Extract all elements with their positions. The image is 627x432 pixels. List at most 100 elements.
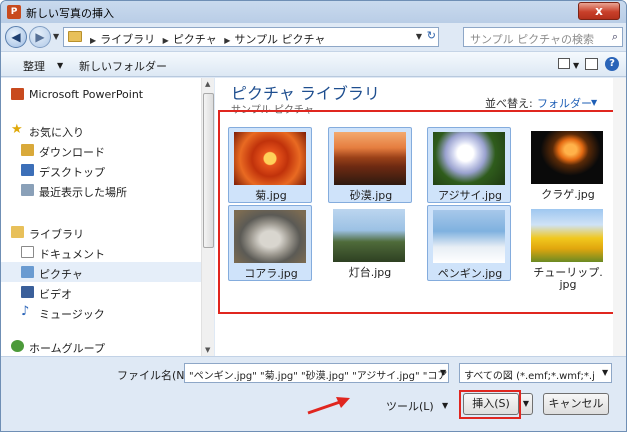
refresh-icon[interactable]: ↻ [427,29,436,42]
file-item[interactable]: ペンギン.jpg [427,205,511,281]
powerpoint-icon: P [7,5,21,19]
nav-label: ホームグループ [29,342,106,355]
nav-item-music[interactable]: ♪ ミュージック [1,302,201,322]
file-name: 灯台.jpg [348,266,392,279]
nav-label: ミュージック [39,308,105,321]
chevron-down-icon[interactable]: ▼ [57,61,63,70]
file-name: ペンギン.jpg [437,267,503,280]
chevron-down-icon[interactable]: ▼ [416,32,422,41]
homegroup-icon [11,340,24,352]
red-arrow-annotation [307,397,350,415]
file-name: 菊.jpg [255,189,287,202]
libraries-icon [11,226,24,238]
recent-pages-icon[interactable]: ▼ [53,32,59,41]
nav-label: ドキュメント [39,248,105,261]
file-list-pane: ピクチャ ライブラリ サンプル ピクチャ 並べ替え: フォルダー ▼ 菊.jpg… [215,78,626,356]
thumbnail-image [334,132,406,185]
thumbnail-image [531,131,603,184]
preview-pane-icon[interactable] [585,58,598,70]
chevron-down-icon[interactable]: ▼ [602,368,608,377]
folder-icon [68,31,82,42]
address-bar[interactable]: ▶ ライブラリ ▶ ピクチャ ▶ サンプル ピクチャ ▼ ↻ [63,27,439,47]
nav-item-desktop[interactable]: デスクトップ [1,160,201,180]
cancel-button[interactable]: キャンセル [543,393,609,415]
title-bar: P 新しい写真の挿入 x [1,1,626,23]
file-item[interactable]: 菊.jpg [228,127,312,203]
dialog-footer: ファイル名(N): "ペンギン.jpg" "菊.jpg" "砂漠.jpg" "ア… [1,356,626,431]
arrange-by-label: 並べ替え: [485,97,533,110]
star-icon: ★ [11,122,23,137]
thumbnail-image [433,132,505,185]
search-input[interactable]: サンプル ピクチャの検索 ⌕ [463,27,623,47]
downloads-icon [21,144,34,156]
breadcrumb-sample-pictures[interactable]: サンプル ピクチャ [234,33,325,46]
thumbnail-image [333,209,405,262]
organize-button[interactable]: 整理 [23,58,45,74]
file-name: 砂漠.jpg [349,189,393,202]
thumbnail-image [531,209,603,262]
chevron-right-icon[interactable]: ▶ [224,36,230,45]
file-item[interactable]: 砂漠.jpg [328,127,412,203]
tools-button[interactable]: ツール(L) [386,398,434,414]
nav-scrollbar[interactable]: ▲ ▼ [201,78,214,356]
nav-label: ビデオ [39,288,72,301]
scroll-up-icon[interactable]: ▲ [205,80,210,88]
chevron-right-icon[interactable]: ▶ [163,36,169,45]
nav-label: ライブラリ [29,228,84,241]
file-item[interactable]: アジサイ.jpg [427,127,511,203]
videos-icon [21,286,34,298]
nav-item-documents[interactable]: ドキュメント [1,242,201,262]
powerpoint-icon [11,88,24,100]
music-icon: ♪ [21,304,30,319]
nav-label: Microsoft PowerPoint [29,88,144,101]
file-item[interactable]: 灯台.jpg [328,205,412,281]
command-bar: 整理 ▼ 新しいフォルダー ▼ ? [1,51,626,77]
filename-input[interactable]: "ペンギン.jpg" "菊.jpg" "砂漠.jpg" "アジサイ.jpg" "… [184,363,449,383]
close-button[interactable]: x [578,2,620,20]
nav-item-downloads[interactable]: ダウンロード [1,140,201,160]
nav-label: お気に入り [29,126,84,139]
navigation-pane: Microsoft PowerPoint ★ お気に入り ダウンロード デスクト… [1,78,214,356]
breadcrumb-libraries[interactable]: ライブラリ [100,33,155,46]
change-view-icon[interactable] [558,58,570,69]
chevron-down-icon[interactable]: ▼ [440,368,446,377]
nav-item-homegroup[interactable]: ホームグループ [1,336,201,356]
file-item[interactable]: チューリップ. jpg [526,205,610,295]
forward-button[interactable]: ▶ [29,26,51,48]
nav-item-libraries[interactable]: ライブラリ [1,222,201,242]
nav-item-favorites[interactable]: ★ お気に入り [1,120,201,140]
insert-picture-dialog: P 新しい写真の挿入 x ◀ ▶ ▼ ▶ ライブラリ ▶ ピクチャ ▶ サンプル ピク… [0,0,627,432]
chevron-right-icon[interactable]: ▶ [90,36,96,45]
search-icon[interactable]: ⌕ [612,30,618,44]
breadcrumb-pictures[interactable]: ピクチャ [173,33,217,46]
arrange-by-dropdown[interactable]: フォルダー [537,95,592,111]
back-button[interactable]: ◀ [5,26,27,48]
breadcrumb: ▶ ライブラリ ▶ ピクチャ ▶ サンプル ピクチャ [86,31,325,47]
nav-item-pictures[interactable]: ピクチャ [1,262,201,282]
file-item[interactable]: クラゲ.jpg [526,127,610,203]
file-type-select[interactable]: すべての図 (*.emf;*.wmf;*.j [459,363,612,383]
nav-label: ダウンロード [39,146,105,159]
insert-options-dropdown[interactable]: ▼ [519,393,533,415]
filename-label: ファイル名(N): [117,369,193,382]
chevron-down-icon[interactable]: ▼ [442,401,448,410]
file-list-scrollbar[interactable] [613,78,626,356]
nav-item-videos[interactable]: ビデオ [1,282,201,302]
file-item[interactable]: コアラ.jpg [228,205,312,281]
chevron-down-icon[interactable]: ▼ [591,98,597,107]
new-folder-button[interactable]: 新しいフォルダー [79,58,167,74]
insert-highlight [459,390,521,419]
nav-item-recent-places[interactable]: 最近表示した場所 [1,180,201,200]
search-placeholder: サンプル ピクチャの検索 [470,33,595,46]
thumbnail-image [234,132,306,185]
file-name-ext: jpg [559,278,577,291]
recent-places-icon [21,184,34,196]
chevron-down-icon[interactable]: ▼ [573,61,579,70]
scroll-down-icon[interactable]: ▼ [205,346,210,354]
nav-item-powerpoint[interactable]: Microsoft PowerPoint [1,84,201,104]
help-icon[interactable]: ? [605,57,619,71]
file-name: クラゲ.jpg [541,188,595,201]
scroll-thumb[interactable] [203,93,214,248]
thumbnail-image [433,210,505,263]
documents-icon [21,246,34,258]
